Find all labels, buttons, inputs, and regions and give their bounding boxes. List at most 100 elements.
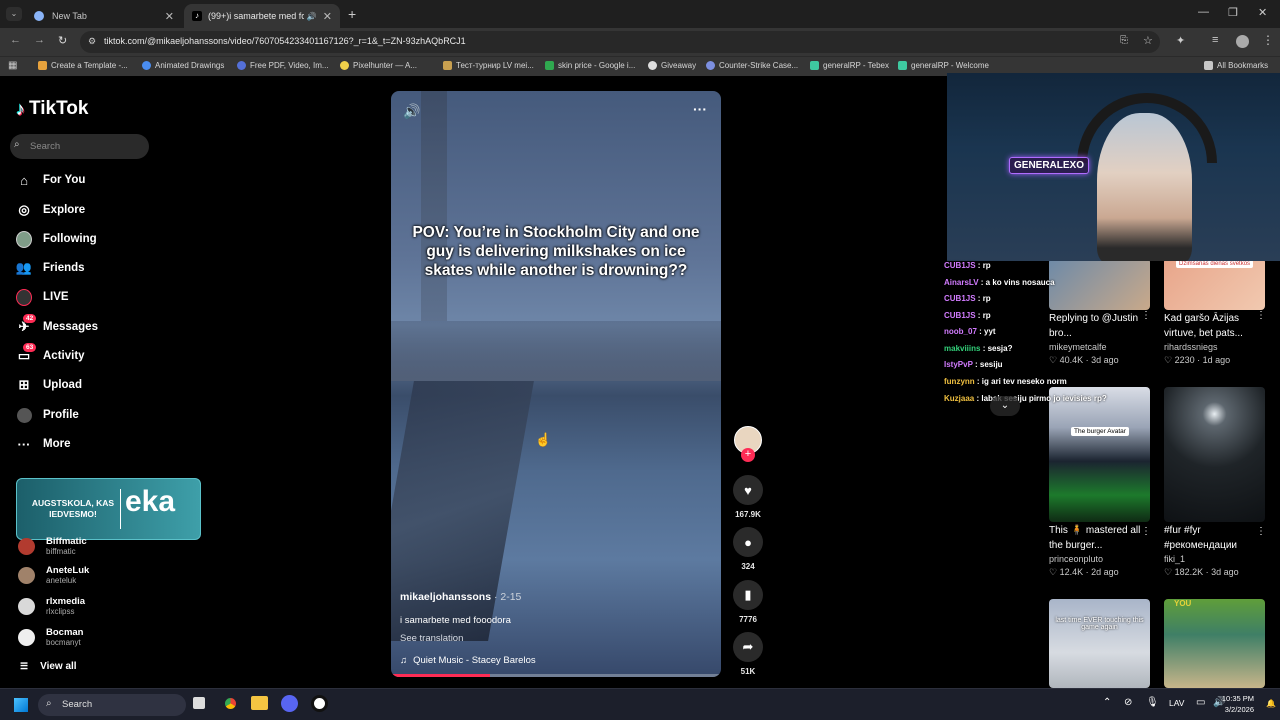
maximize-button[interactable]: ❐	[1228, 6, 1238, 19]
task-view-icon[interactable]	[193, 697, 205, 709]
view-all-button[interactable]: ☰ View all	[20, 661, 77, 672]
following-account[interactable]: Biffmatic biffmatic	[18, 536, 87, 556]
recommended-video-card[interactable]: Replying to @Justin bro... mikeymetcalfe…	[1049, 258, 1151, 366]
share-count: 51K	[740, 667, 756, 676]
new-tab-button[interactable]: +	[348, 6, 356, 22]
speaker-icon[interactable]: 🔊	[307, 12, 317, 21]
more-vertical-icon[interactable]: ⋮	[1256, 310, 1266, 321]
share-button[interactable]: ➦ 51K	[732, 632, 764, 676]
minimize-button[interactable]: —	[1198, 6, 1209, 18]
close-window-button[interactable]: ✕	[1258, 6, 1267, 19]
chevron-up-icon[interactable]: ⌃	[1103, 697, 1111, 708]
chat-message: Kuzjaaa : labak sesiju pirmo jo ievisies…	[944, 394, 1107, 403]
more-vertical-icon[interactable]: ⋮	[1262, 33, 1274, 47]
network-off-icon[interactable]: ⊘	[1124, 697, 1132, 708]
like-button[interactable]: ♥ 167.9K	[732, 475, 764, 519]
activity-badge: 63	[23, 343, 37, 352]
nav-following[interactable]: Following	[16, 228, 97, 250]
recommended-video-card[interactable]: The burger Avatar This 🧍 mastered all th…	[1049, 387, 1151, 578]
video-progress-bar[interactable]	[391, 674, 721, 677]
nav-friends[interactable]: 👥 Friends	[16, 257, 85, 279]
nav-upload[interactable]: ⊞ Upload	[16, 374, 82, 396]
close-tab-icon[interactable]: ✕	[323, 10, 332, 23]
nav-live[interactable]: LIVE	[16, 286, 69, 308]
more-vertical-icon[interactable]: ⋮	[1141, 526, 1151, 537]
tab-tiktok[interactable]: ♪ (99+)i samarbete med fooo 🔊 ✕	[184, 4, 340, 28]
bookmark-item[interactable]: generalRP - Welcome	[898, 61, 989, 70]
scroll-down-chevron-icon[interactable]: ⌄	[990, 396, 1020, 416]
forward-icon[interactable]: →	[34, 34, 45, 46]
bookmark-item[interactable]: generalRP - Tebex	[810, 61, 889, 70]
music-link[interactable]: ♫ Quiet Music - Stacey Barelos	[400, 655, 536, 666]
nav-explore[interactable]: ◎ Explore	[16, 199, 85, 221]
bookmark-item[interactable]: Create a Template -...	[38, 61, 128, 70]
comment-button[interactable]: ● 324	[732, 527, 764, 571]
menu-lines-icon[interactable]: ≡	[1212, 34, 1218, 46]
close-tab-icon[interactable]: ✕	[165, 10, 174, 23]
tab-search-button[interactable]: ⌄	[6, 7, 22, 21]
extensions-icon[interactable]: ✦	[1176, 34, 1185, 47]
reload-icon[interactable]: ↻	[58, 34, 67, 47]
bookmark-item[interactable]: Counter-Strike Case...	[706, 61, 798, 70]
nav-more[interactable]: ··· More	[16, 433, 71, 455]
apps-grid-icon[interactable]: ▦	[8, 60, 17, 71]
browser-tab-bar: ⌄ New Tab ✕ ♪ (99+)i samarbete med fooo …	[0, 0, 1280, 28]
system-clock[interactable]: 10:35 PM 3/2/2026	[1222, 693, 1254, 715]
site-info-icon[interactable]: ⚙	[88, 36, 96, 47]
more-options-icon[interactable]: ···	[693, 101, 707, 117]
bookmark-item[interactable]: Giveaway	[648, 61, 696, 70]
obs-icon[interactable]	[311, 695, 328, 712]
nav-messages[interactable]: ✈ 42 Messages	[16, 314, 98, 338]
bookmark-icon: ▮	[733, 580, 763, 610]
file-explorer-icon[interactable]	[251, 696, 268, 710]
thumbnail-text: YOU	[1174, 599, 1192, 608]
bookmark-item[interactable]: Pixelhunter — A...	[340, 61, 417, 70]
recommended-video-card[interactable]: Dzimšanas dienas svētkos Kad garšo Āzija…	[1164, 258, 1266, 366]
bookmark-star-icon[interactable]: ☆	[1143, 34, 1153, 47]
creator-avatar-button[interactable]: +	[732, 426, 764, 462]
search-input[interactable]: ⌕ Search	[10, 134, 149, 159]
volume-icon[interactable]: 🔊	[403, 103, 420, 120]
notification-bell-icon[interactable]: 🔔	[1266, 699, 1276, 708]
bookmark-item[interactable]: Тест-турнир LV mei...	[443, 61, 534, 70]
nav-activity[interactable]: ▭ 63 Activity	[16, 343, 85, 367]
nav-for-you[interactable]: ⌂ For You	[16, 169, 85, 191]
all-bookmarks-button[interactable]: All Bookmarks	[1204, 61, 1268, 70]
back-icon[interactable]: ←	[10, 34, 21, 46]
recommended-video-card[interactable]: YOU	[1164, 599, 1265, 688]
more-vertical-icon[interactable]: ⋮	[1256, 526, 1266, 537]
upload-icon: ⊞	[18, 377, 30, 392]
video-player[interactable]: 🔊 ··· POV: You’re in Stockholm City and …	[391, 91, 721, 677]
following-account[interactable]: rlxmedia rlxclipss	[18, 596, 85, 616]
following-account[interactable]: Bocman bocmanyt	[18, 627, 83, 647]
account-name: AneteLuk	[46, 565, 90, 576]
profile-avatar-icon[interactable]	[1236, 35, 1249, 48]
follow-plus-icon[interactable]: +	[741, 448, 755, 462]
url-field[interactable]: ⚙ tiktok.com/@mikaeljohanssons/video/760…	[80, 31, 1160, 53]
avatar	[18, 537, 35, 555]
tab-title: New Tab	[52, 11, 87, 21]
save-button[interactable]: ▮ 7776	[732, 580, 764, 624]
discord-icon[interactable]	[281, 695, 298, 712]
see-translation-link[interactable]: See translation	[400, 633, 463, 644]
recommended-video-card[interactable]: #fur #fyr #рекомендации fiki_1 ♡ 182.2K …	[1164, 387, 1266, 578]
install-app-icon[interactable]: ⎘	[1120, 35, 1128, 46]
recommended-video-card[interactable]: last time EVER touching this game again	[1049, 599, 1150, 688]
language-indicator[interactable]: LAV	[1169, 698, 1184, 708]
nav-profile[interactable]: Profile	[16, 404, 79, 426]
tab-new-tab[interactable]: New Tab ✕	[26, 4, 182, 28]
taskbar-search[interactable]: ⌕ Search	[38, 694, 186, 716]
bookmark-item[interactable]: Animated Drawings	[142, 61, 224, 70]
following-account[interactable]: AneteLuk aneteluk	[18, 565, 89, 585]
windows-start-icon[interactable]	[14, 698, 28, 712]
bookmark-item[interactable]: Free PDF, Video, Im...	[237, 61, 329, 70]
microphone-icon[interactable]: 🎙	[1146, 697, 1159, 708]
video-author[interactable]: mikaeljohanssons · 2-15	[400, 591, 521, 603]
chrome-icon	[34, 11, 44, 21]
tiktok-logo[interactable]: ♪ TikTok	[16, 98, 88, 120]
bookmark-item[interactable]: skin price - Google i...	[545, 61, 635, 70]
chat-message: noob_07 : yyt	[944, 327, 996, 336]
more-vertical-icon[interactable]: ⋮	[1141, 310, 1151, 321]
chrome-icon[interactable]	[222, 695, 239, 712]
monitor-icon[interactable]: ▭	[1196, 697, 1205, 708]
